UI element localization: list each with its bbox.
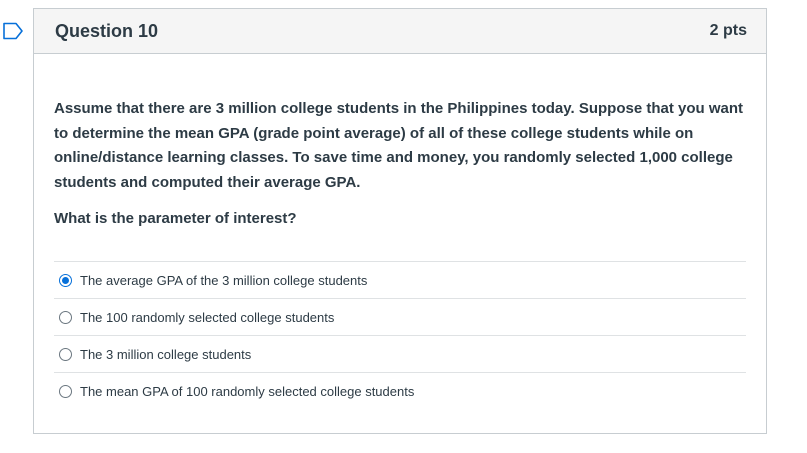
flag-question-icon[interactable] [2,22,24,40]
question-prompt: What is the parameter of interest? [54,210,297,227]
answer-label[interactable]: The mean GPA of 100 randomly selected co… [80,384,414,399]
question-text: Assume that there are 3 million college … [54,100,744,191]
radio-button-selected[interactable] [59,273,72,287]
radio-button[interactable] [59,310,72,324]
question-header: Question 10 2 pts [34,9,766,54]
question-body: Assume that there are 3 million college … [34,54,766,410]
answer-option[interactable]: The mean GPA of 100 randomly selected co… [54,373,746,410]
answer-label[interactable]: The 3 million college students [80,347,251,362]
answer-list: The average GPA of the 3 million college… [54,261,746,410]
answer-option[interactable]: The average GPA of the 3 million college… [54,262,746,299]
question-card: Question 10 2 pts Assume that there are … [33,8,767,434]
radio-button[interactable] [59,347,72,361]
answer-label[interactable]: The average GPA of the 3 million college… [80,273,367,288]
answer-label[interactable]: The 100 randomly selected college studen… [80,310,334,325]
radio-button[interactable] [59,385,72,398]
question-title: Question 10 [55,20,159,41]
answer-option[interactable]: The 100 randomly selected college studen… [54,299,746,336]
answer-option[interactable]: The 3 million college students [54,336,746,373]
question-points: 2 pts [709,22,747,39]
